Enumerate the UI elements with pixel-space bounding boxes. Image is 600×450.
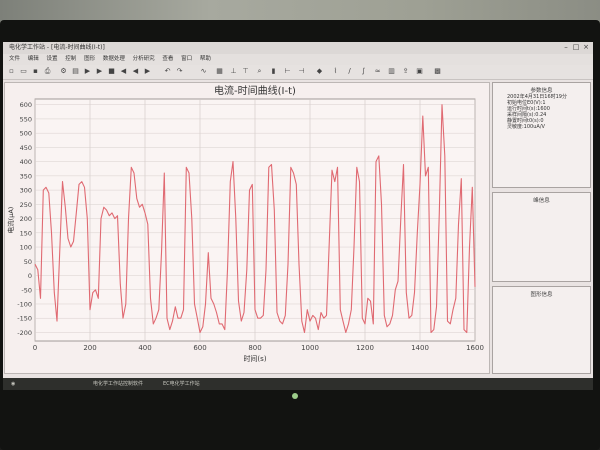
menu-settings[interactable]: 设置 <box>47 54 58 65</box>
parameters-icon[interactable]: ▤ <box>71 67 80 76</box>
print-icon[interactable]: ⎙ <box>43 67 52 76</box>
menu-window[interactable]: 窗口 <box>181 54 192 65</box>
y-tick-label: -150 <box>17 315 32 323</box>
x-tick-label: 1200 <box>356 344 374 352</box>
y-tick-label: 400 <box>20 158 32 166</box>
chart-title: 电流-时间曲线(I-t) <box>214 84 296 97</box>
info-sidebar: 参数信息 2002年4月31日16时19分 初始电位E0(V):1 运行时间t(… <box>492 82 591 374</box>
stop-icon[interactable]: ■ <box>107 67 116 76</box>
menu-analysis[interactable]: 分析研究 <box>133 54 155 65</box>
settings-icon[interactable]: ⚙ <box>59 67 68 76</box>
undo-icon[interactable]: ↶ <box>163 67 172 76</box>
y-tick-label: 0 <box>28 272 32 280</box>
axis-icon[interactable]: ⊢ <box>283 67 292 76</box>
y-tick-label: 50 <box>24 258 32 266</box>
redo-icon[interactable]: ↷ <box>175 67 184 76</box>
screen: 电化学工作站 - [电流-时间曲线(I-t)] – □ × 文件 编辑 设置 控… <box>3 42 593 387</box>
calculator-icon[interactable]: ▩ <box>433 67 442 76</box>
menu-help[interactable]: 帮助 <box>200 54 211 65</box>
marker-icon[interactable]: ◆ <box>315 67 324 76</box>
menu-graphics[interactable]: 图形 <box>84 54 95 65</box>
report-icon[interactable]: ▣ <box>415 67 424 76</box>
export-icon[interactable]: ⇪ <box>401 67 410 76</box>
param-line: 灵敏度:100uA/V <box>507 124 545 130</box>
taskbar-item[interactable]: 电化学工作站控制软件 <box>93 378 143 390</box>
color-bars-icon[interactable]: ▮ <box>269 67 278 76</box>
y-tick-label: 250 <box>20 201 32 209</box>
fit-icon[interactable]: ≈ <box>373 67 382 76</box>
plot-window: 0 200 400 600 800 1000 1200 1400 1600 -200 -150 -10… <box>4 82 490 374</box>
x-tick-label: 0 <box>33 344 37 352</box>
current-time-chart: 0 200 400 600 800 1000 1200 1400 1600-200-150-10… <box>6 84 484 363</box>
y-tick-label: 350 <box>20 172 32 180</box>
x-tick-label: 1000 <box>301 344 319 352</box>
peak-panel-title: 峰信息 <box>533 198 550 204</box>
overlay-icon[interactable]: ▦ <box>215 67 224 76</box>
params-panel: 参数信息 2002年4月31日16时19分 初始电位E0(V):1 运行时间t(… <box>492 82 591 188</box>
peak-icon[interactable]: ⊥ <box>229 67 238 76</box>
shape-panel: 图形信息 <box>492 286 591 374</box>
maximize-icon[interactable]: □ <box>571 43 581 52</box>
new-file-icon[interactable]: ▫ <box>7 67 16 76</box>
y-tick-label: -200 <box>17 329 32 337</box>
shape-panel-title: 图形信息 <box>530 292 553 298</box>
x-tick-label: 400 <box>138 344 151 352</box>
y-tick-label: -100 <box>17 300 32 308</box>
step-forward-icon[interactable]: ▶ <box>143 67 152 76</box>
x-tick-label: 800 <box>248 344 261 352</box>
baseline-icon[interactable]: ⊤ <box>241 67 250 76</box>
x-axis-label: 时间(s) <box>243 354 266 363</box>
save-icon[interactable]: ▪ <box>31 67 40 76</box>
y-tick-label: 450 <box>20 144 32 152</box>
x-tick-label: 600 <box>193 344 206 352</box>
y-tick-label: 100 <box>20 244 32 252</box>
y-tick-label: -50 <box>21 286 32 294</box>
taskbar-item[interactable]: EC电化学工作站 <box>163 378 200 390</box>
cursor-icon[interactable]: ⊣ <box>297 67 306 76</box>
y-tick-label: 550 <box>20 115 32 123</box>
y-tick-label: 200 <box>20 215 32 223</box>
menu-bar: 文件 编辑 设置 控制 图形 数据处理 分析研究 查看 窗口 帮助 <box>3 54 593 65</box>
x-tick-label: 1600 <box>466 344 484 352</box>
menu-control[interactable]: 控制 <box>65 54 76 65</box>
menu-edit[interactable]: 编辑 <box>28 54 39 65</box>
window-titlebar: 电化学工作站 - [电流-时间曲线(I-t)] – □ × <box>3 42 593 54</box>
toolbar: ▫ ▭ ▪ ⎙ ⚙ ▤ ▶ ▶ ■ ◀ ◀ ▶ ↶ ↷ ∿ ▦ ⊥ ⊤ ⌕ ▮ … <box>3 65 593 80</box>
start-icon[interactable]: ◉ <box>11 378 15 390</box>
y-tick-label: 600 <box>20 101 32 109</box>
y-tick-label: 150 <box>20 229 32 237</box>
x-tick-label: 200 <box>83 344 96 352</box>
close-icon[interactable]: × <box>581 43 591 52</box>
zoom-icon[interactable]: ⌕ <box>255 67 264 76</box>
x-tick-label: 1400 <box>411 344 429 352</box>
taskbar: ◉ 电化学工作站控制软件 EC电化学工作站 <box>3 378 593 390</box>
params-panel-title: 参数信息 <box>530 88 553 94</box>
window-title: 电化学工作站 - [电流-时间曲线(I-t)] <box>9 44 105 51</box>
open-folder-icon[interactable]: ▭ <box>19 67 28 76</box>
peak-panel: 峰信息 <box>492 192 591 282</box>
graph-tool-icon[interactable]: ∿ <box>199 67 208 76</box>
pen-icon[interactable]: ⌇ <box>331 67 340 76</box>
run-icon[interactable]: ▶ <box>83 67 92 76</box>
menu-file[interactable]: 文件 <box>9 54 20 65</box>
y-axis-label: 电流(μA) <box>6 207 15 234</box>
curve-tool-icon[interactable]: ∫ <box>359 67 368 76</box>
play-icon[interactable]: ▶ <box>95 67 104 76</box>
line-tool-icon[interactable]: / <box>345 67 354 76</box>
menu-data-processing[interactable]: 数据处理 <box>103 54 125 65</box>
power-led-icon <box>292 393 298 399</box>
step-back-icon[interactable]: ◀ <box>131 67 140 76</box>
menu-view[interactable]: 查看 <box>162 54 173 65</box>
y-tick-label: 300 <box>20 187 32 195</box>
minimize-icon[interactable]: – <box>561 43 571 52</box>
table-icon[interactable]: ▥ <box>387 67 396 76</box>
rewind-icon[interactable]: ◀ <box>119 67 128 76</box>
y-tick-label: 500 <box>20 130 32 138</box>
